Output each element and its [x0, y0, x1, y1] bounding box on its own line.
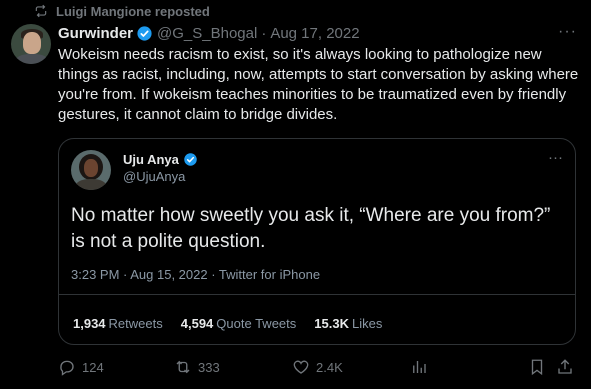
tweet-header: Gurwinder @G_S_Bhogal · Aug 17, 2022 ··· [58, 23, 581, 43]
verified-badge-icon [137, 25, 152, 41]
quoted-more-options-icon[interactable]: ··· [548, 149, 563, 166]
separator-dot: · [261, 24, 267, 42]
quoted-author-handle[interactable]: @UjuAnya [123, 169, 185, 184]
share-icon [558, 359, 572, 374]
author-handle[interactable]: @G_S_Bhogal [157, 25, 257, 42]
quoted-author-name[interactable]: Uju Anya [123, 152, 179, 167]
repost-icon [35, 4, 47, 18]
views-button[interactable] [410, 358, 428, 376]
stat-quote-tweets[interactable]: 4,594 Quote Tweets [181, 316, 297, 331]
bookmark-icon [531, 359, 543, 376]
tweet-date[interactable]: Aug 17, 2022 [270, 25, 359, 42]
author-name[interactable]: Gurwinder [58, 25, 133, 42]
reply-icon [60, 360, 74, 376]
tweet-text: Wokeism needs racism to exist, so it's a… [58, 46, 579, 123]
quoted-author-avatar[interactable] [71, 150, 111, 190]
retweet-icon [176, 360, 190, 374]
repost-indicator: Luigi Mangione reposted [34, 3, 210, 19]
stat-retweets[interactable]: 1,934 Retweets [73, 316, 163, 331]
repost-label[interactable]: Luigi Mangione reposted [56, 4, 210, 19]
retweet-button[interactable]: 333 [174, 358, 220, 376]
quoted-author-row: Uju Anya [123, 150, 198, 168]
like-count: 2.4K [316, 359, 343, 375]
quoted-tweet-stats: 1,934 Retweets 4,594 Quote Tweets 15.3K Lik… [73, 316, 400, 331]
verified-badge-icon [184, 152, 197, 166]
author-avatar[interactable] [11, 24, 51, 64]
more-options-icon[interactable]: ··· [558, 23, 577, 41]
stat-likes[interactable]: 15.3K Likes [314, 316, 382, 331]
reply-count: 124 [82, 359, 104, 375]
analytics-icon [413, 361, 426, 373]
share-button[interactable] [556, 358, 574, 376]
retweet-count: 333 [198, 359, 220, 375]
like-button[interactable]: 2.4K [292, 358, 343, 376]
tweet-actions: 124 333 2.4K [58, 356, 578, 378]
heart-icon [293, 360, 309, 374]
bookmark-button[interactable] [528, 358, 546, 376]
divider [59, 294, 575, 295]
quoted-tweet-text: No matter how sweetly you ask it, “Where… [71, 205, 551, 252]
quoted-tweet-card[interactable]: Uju Anya @UjuAnya ··· No matter how swee… [58, 138, 576, 345]
reply-button[interactable]: 124 [58, 358, 104, 376]
quoted-tweet-meta: 3:23 PM · Aug 15, 2022 · Twitter for iPh… [71, 267, 321, 282]
